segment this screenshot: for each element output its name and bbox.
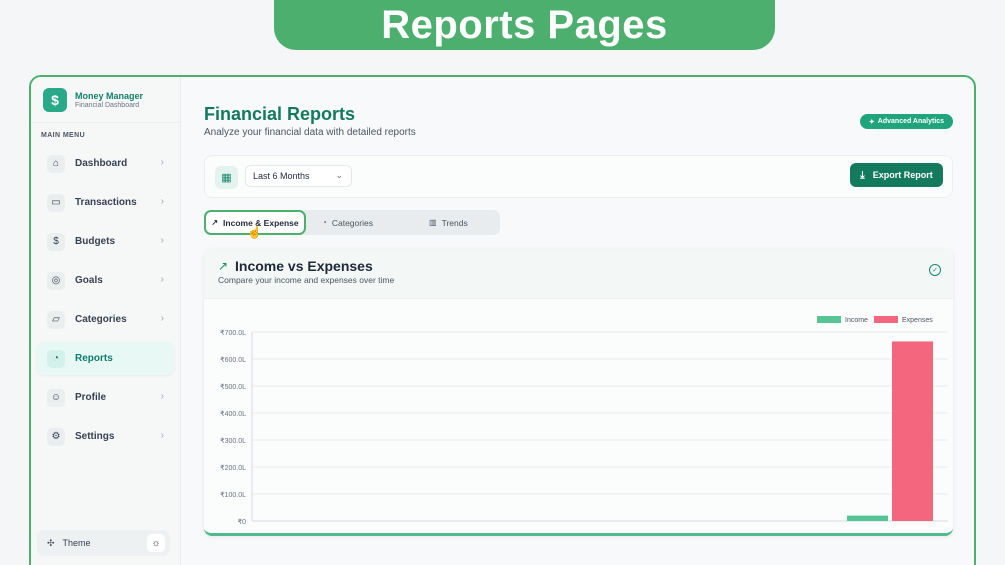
badge-label: Advanced Analytics [877,118,945,125]
download-icon: ⤓ [860,169,865,181]
sidebar-item-settings[interactable]: ⚙ Settings › [37,420,174,453]
y-tick-label: ₹500.0L [220,383,246,391]
banner-title: Reports Pages [381,2,668,47]
trend-up-icon: ↗ [218,259,229,273]
main-content: Financial Reports Analyze your financial… [181,77,974,565]
app-window: $ Money Manager Financial Dashboard MAIN… [29,75,976,565]
card-title: Income vs Expenses [235,258,373,274]
sidebar-item-goals[interactable]: ◎ Goals › [37,264,174,297]
sidebar-nav: ⌂ Dashboard › ▭ Transactions › $ Budgets › ◎ Goals… [31,147,180,453]
x-tick-label: February [643,528,673,529]
sidebar-item-label: Dashboard [75,158,128,169]
sidebar-item-profile[interactable]: ☺ Profile › [37,381,174,414]
brand-subtitle: Financial Dashboard [75,101,140,109]
theme-row[interactable]: ✣ Theme ☼ [37,530,170,556]
brand-title: Money Manager [75,90,144,101]
pie-chart-icon: ◔ [322,218,327,227]
calendar-icon[interactable]: ▦ [215,166,238,189]
sparkle-icon: ✦ [868,118,875,126]
chevron-right-icon: › [160,157,164,168]
gear-icon: ⚙ [47,427,65,446]
y-tick-label: ₹100.0L [220,491,246,499]
chevron-right-icon: › [160,235,164,246]
sidebar-item-label: Goals [75,275,103,286]
period-select[interactable]: Last 6 Months ⌄ [245,165,352,187]
check-circle-icon: ✓ [929,264,941,276]
card-subtitle: Compare your income and expenses over ti… [218,275,395,285]
bar-income-april [847,515,888,521]
theme-label: Theme [62,538,91,548]
legend-label: Income [845,317,868,324]
sidebar-item-dashboard[interactable]: ⌂ Dashboard › [37,147,174,180]
y-tick-label: ₹700.0L [220,329,246,337]
sidebar-item-label: Categories [75,314,127,325]
tab-label: Categories [331,217,373,228]
pie-chart-icon: ◔ [47,349,65,368]
chevron-right-icon: › [160,391,164,402]
trend-up-icon: ↗ [211,218,219,227]
y-tick-label: ₹200.0L [220,464,246,472]
sidebar-item-transactions[interactable]: ▭ Transactions › [37,186,174,219]
chevron-down-icon: ⌄ [335,170,343,180]
main-menu-label: MAIN MENU [41,132,86,139]
tab-trends[interactable]: ▥ Trends [429,212,468,233]
y-tick-label: ₹0 [238,518,246,526]
y-tick-label: ₹600.0L [220,356,246,364]
chevron-right-icon: › [160,196,164,207]
brand: $ Money Manager Financial Dashboard [31,77,180,123]
user-icon: ☺ [47,388,65,407]
sidebar-item-label: Budgets [75,236,115,247]
bar-chart-icon: ▥ [429,218,437,227]
page-title: Financial Reports [204,104,356,124]
sidebar: $ Money Manager Financial Dashboard MAIN… [31,77,181,565]
y-tick-label: ₹300.0L [220,437,246,445]
page-banner: Reports Pages [274,0,775,50]
advanced-analytics-badge[interactable]: ✦ Advanced Analytics [860,114,953,129]
palette-icon: ✣ [47,537,55,548]
export-report-button[interactable]: ⤓ Export Report [850,163,943,187]
legend-swatch-income [817,316,841,323]
chevron-right-icon: › [160,430,164,441]
report-toolbar: ▦ Last 6 Months ⌄ ⤓ Export Report [204,155,953,198]
income-expense-chart: ₹0 ₹100.0L ₹200.0L ₹300.0L ₹400.0L ₹500.0L ₹60… [220,316,948,529]
income-vs-expenses-card: ↗ Income vs Expenses Compare your income… [204,249,953,536]
sidebar-item-label: Reports [75,353,113,364]
sidebar-item-label: Settings [75,431,115,442]
period-value: Last 6 Months [253,171,310,181]
x-tick-label: November [293,528,328,529]
card-header: ↗ Income vs Expenses Compare your income… [204,249,953,299]
x-tick-label: December [409,528,444,529]
x-tick-label: January [529,528,556,529]
hand-cursor-icon: ☝ [247,225,262,239]
chevron-right-icon: › [160,274,164,285]
export-label: Export Report [872,170,933,180]
legend-swatch-expenses [874,316,898,323]
sidebar-item-label: Profile [75,392,107,403]
tab-categories[interactable]: ◔ Categories [322,212,373,233]
home-icon: ⌂ [47,154,65,173]
sidebar-item-budgets[interactable]: $ Budgets › [37,225,174,258]
sun-icon[interactable]: ☼ [147,534,165,552]
sidebar-item-reports[interactable]: ◔ Reports [37,342,174,375]
y-tick-label: ₹400.0L [220,410,246,418]
chevron-right-icon: › [160,313,164,324]
x-tick-label: April [882,528,897,529]
page-subtitle: Analyze your financial data with detaile… [204,127,416,138]
dollar-icon: $ [47,232,65,251]
tab-label: Trends [441,217,468,228]
target-icon: ◎ [47,271,65,290]
sidebar-item-categories[interactable]: ▱ Categories › [37,303,174,336]
folder-icon: ▱ [47,310,65,329]
legend-label: Expenses [902,317,933,324]
bar-expenses-april [892,341,933,521]
credit-card-icon: ▭ [47,193,65,212]
dollar-logo-icon: $ [43,87,67,112]
x-tick-label: March [764,528,785,529]
sidebar-item-label: Transactions [75,197,137,208]
